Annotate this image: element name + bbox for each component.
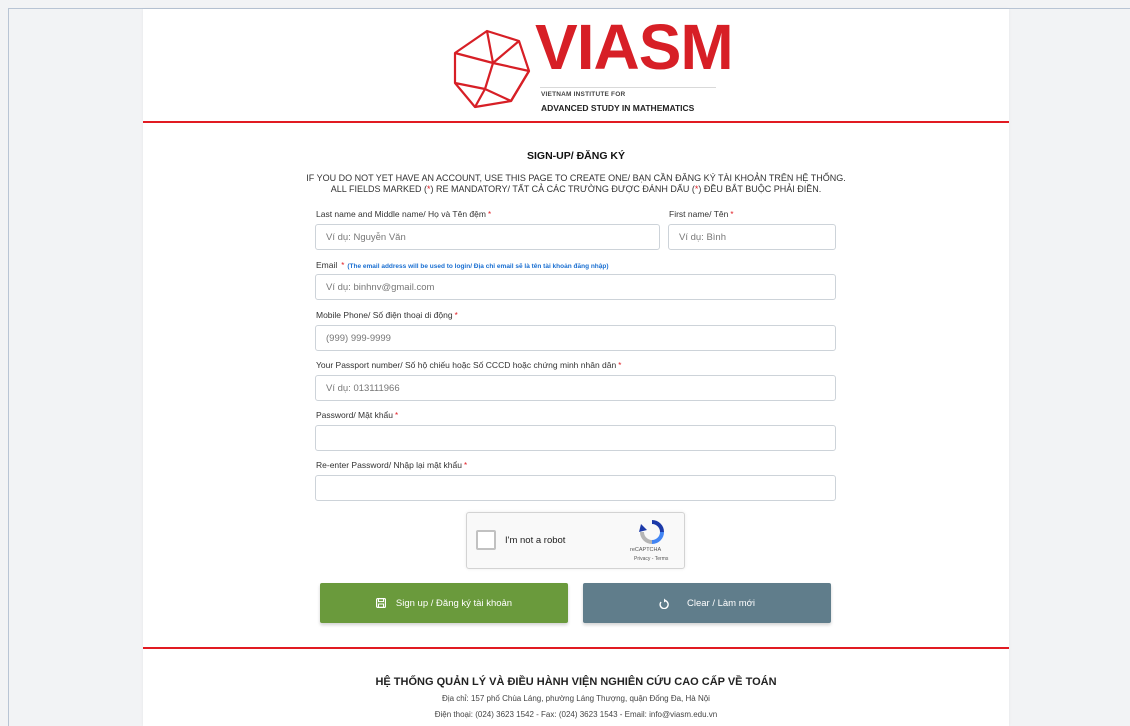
phone-input[interactable]	[315, 325, 836, 351]
refresh-icon	[659, 598, 669, 609]
brand-wordmark: VIASM	[535, 11, 734, 83]
recaptcha-widget: I'm not a robot reCAPTCHA Privacy - Term…	[466, 512, 685, 569]
last-name-label: Last name and Middle name/ Họ và Tên đệm…	[316, 209, 492, 219]
footer-address: Địa chỉ: 157 phố Chùa Láng, phường Láng …	[442, 694, 710, 703]
recaptcha-checkbox[interactable]	[476, 530, 496, 550]
intro-text-2: ALL FIELDS MARKED (*) RE MANDATORY/ TẤT …	[330, 184, 822, 194]
password-confirm-input[interactable]	[315, 475, 836, 501]
save-icon	[375, 598, 386, 608]
page-title: SIGN-UP/ ĐĂNG KÝ	[526, 150, 625, 162]
password-confirm-label: Re-enter Password/ Nhập lại mật khẩu *	[316, 460, 468, 470]
footer-divider	[143, 647, 1009, 649]
window-frame-left	[8, 8, 9, 726]
brand-tagline-2: ADVANCED STUDY IN MATHEMATICS	[541, 103, 695, 113]
email-label: Email * (The email address will be used to…	[316, 260, 609, 270]
brand-tagline-1: VIETNAM INSTITUTE FOR	[541, 91, 626, 98]
footer-contact: Điện thoại: (024) 3623 1542 - Fax: (024)…	[434, 710, 718, 719]
signup-card: VIASM VIETNAM INSTITUTE FOR ADVANCED STU…	[143, 9, 1009, 726]
first-name-label: First name/ Tên *	[669, 209, 734, 219]
recaptcha-label: I'm not a robot	[505, 535, 566, 546]
phone-label: Mobile Phone/ Số điện thoại di động *	[316, 310, 458, 320]
recaptcha-brand: reCAPTCHA	[630, 547, 662, 553]
recaptcha-links[interactable]: Privacy - Terms	[634, 556, 668, 562]
passport-label: Your Passport number/ Số hộ chiếu hoặc S…	[316, 360, 622, 370]
signup-button[interactable]: Sign up / Đăng ký tài khoản	[320, 583, 568, 623]
passport-input[interactable]	[315, 375, 836, 401]
clear-button-label: Clear / Làm mới	[687, 597, 755, 609]
recaptcha-icon	[639, 520, 664, 544]
password-label: Password/ Mật khẩu *	[316, 410, 399, 420]
footer-title: HỆ THỐNG QUẢN LÝ VÀ ĐIỀU HÀNH VIỆN NGHIÊ…	[375, 676, 777, 688]
logo-divider	[540, 87, 716, 88]
email-input[interactable]	[315, 274, 836, 300]
polyhedron-logo-icon	[453, 29, 531, 109]
password-input[interactable]	[315, 425, 836, 451]
header-divider	[143, 121, 1009, 123]
intro-text-1: IF YOU DO NOT YET HAVE AN ACCOUNT, USE T…	[306, 173, 846, 183]
email-note: (The email address will be used to login…	[347, 263, 609, 270]
signup-button-label: Sign up / Đăng ký tài khoản	[395, 597, 513, 609]
first-name-input[interactable]	[668, 224, 836, 250]
viasm-logo: VIASM VIETNAM INSTITUTE FOR ADVANCED STU…	[449, 15, 734, 117]
last-name-input[interactable]	[315, 224, 660, 250]
clear-button[interactable]: Clear / Làm mới	[583, 583, 831, 623]
